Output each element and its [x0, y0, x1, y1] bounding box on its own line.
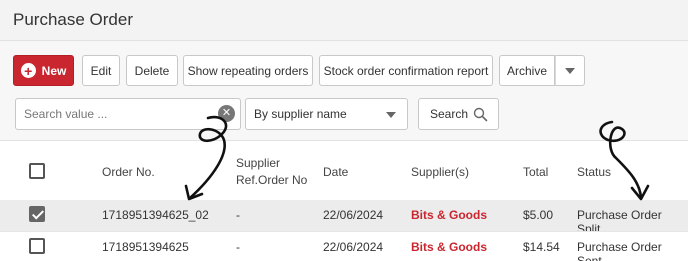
header-suppliers[interactable]: Supplier(s) [411, 164, 469, 180]
title-bar: Purchase Order [0, 0, 688, 41]
search-icon [473, 107, 488, 122]
total-cell: $14.54 [523, 240, 560, 254]
delete-button[interactable]: Delete [126, 55, 178, 86]
new-button-label: New [41, 63, 67, 78]
header-order-no[interactable]: Order No. [102, 164, 155, 180]
plus-circle-icon: + [20, 63, 36, 78]
chevron-down-icon [386, 112, 396, 118]
row-checkbox[interactable] [29, 238, 45, 254]
order-no-cell: 1718951394625 [102, 240, 189, 254]
date-cell: 22/06/2024 [323, 208, 384, 222]
show-repeating-orders-button[interactable]: Show repeating orders [183, 55, 313, 86]
clear-icon[interactable]: ✕ [218, 105, 235, 122]
archive-dropdown-toggle[interactable] [555, 55, 585, 86]
edit-button[interactable]: Edit [82, 55, 120, 86]
header-status[interactable]: Status [577, 164, 611, 180]
page-title: Purchase Order [13, 10, 133, 29]
header-total[interactable]: Total [523, 164, 548, 180]
search-filter-select[interactable]: By supplier name [245, 98, 408, 130]
chevron-down-icon [565, 67, 575, 74]
search-input[interactable] [15, 98, 241, 130]
supplier-ref-cell: - [236, 208, 240, 222]
header-date[interactable]: Date [323, 164, 348, 180]
table-row[interactable]: 1718951394625 - 22/06/2024 Bits & Goods … [0, 231, 688, 261]
archive-button[interactable]: Archive [499, 55, 555, 86]
new-button[interactable]: + New [13, 55, 74, 86]
search-filter-selected: By supplier name [254, 107, 347, 121]
stock-order-confirmation-report-button[interactable]: Stock order confirmation report [319, 55, 493, 86]
purchase-order-table: Order No. Supplier Ref.Order No Date Sup… [0, 140, 688, 261]
date-cell: 22/06/2024 [323, 240, 384, 254]
search-button-label: Search [430, 107, 469, 121]
select-all-checkbox[interactable] [29, 163, 45, 179]
supplier-link[interactable]: Bits & Goods [411, 208, 487, 222]
order-no-cell: 1718951394625_02 [102, 208, 209, 222]
search-button[interactable]: Search [418, 98, 499, 130]
header-supplier-ref-line2[interactable]: Ref.Order No [236, 172, 307, 188]
header-supplier-ref-line1[interactable]: Supplier [236, 155, 280, 171]
total-cell: $5.00 [523, 208, 554, 222]
table-row[interactable]: 1718951394625_02 - 22/06/2024 Bits & Goo… [0, 200, 688, 236]
status-cell: Purchase Order Sent [577, 240, 662, 261]
row-checkbox[interactable] [29, 206, 45, 222]
supplier-ref-cell: - [236, 240, 240, 254]
supplier-link[interactable]: Bits & Goods [411, 240, 487, 254]
